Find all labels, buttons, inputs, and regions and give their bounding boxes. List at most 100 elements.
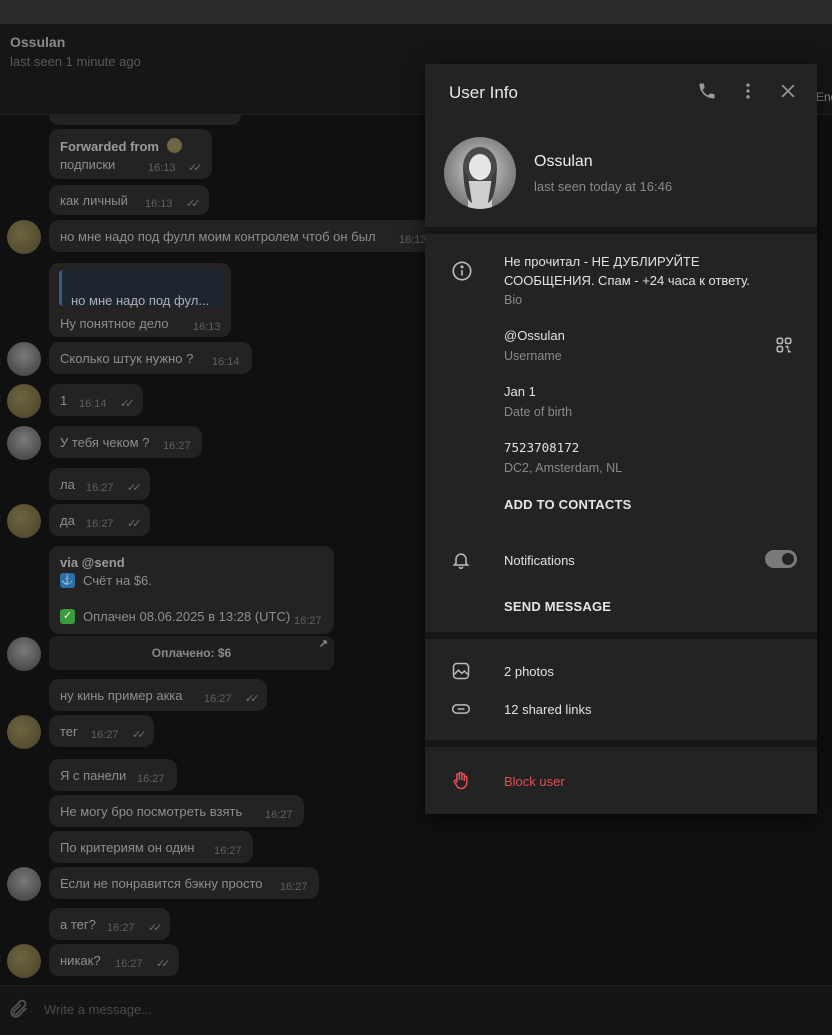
message-bubble[interactable]: ну кинь пример акка 16:27 ✓✓ (49, 679, 267, 711)
dob-label: Date of birth (504, 405, 573, 419)
shared-photos-link[interactable]: 2 photos (504, 664, 554, 679)
invoice-button-label: Оплачено: $6 (151, 646, 232, 660)
avatar[interactable] (7, 867, 41, 901)
message-text: У тебя чеком ? (60, 435, 150, 450)
invoice-line: Счёт на $6. (83, 573, 152, 588)
message-time: 16:13 (148, 162, 176, 174)
read-ticks-icon: ✓✓ (127, 518, 142, 530)
username-label: Username (504, 349, 562, 363)
invoice-paid-button[interactable]: Оплачено: $6 ↗ (49, 636, 334, 670)
avatar[interactable] (7, 384, 41, 418)
message-composer[interactable]: Write a message... (0, 985, 832, 1035)
read-ticks-icon: ✓✓ (120, 398, 135, 410)
message-text: Не могу бро посмотреть взять (60, 804, 243, 819)
chat-title: Ossulan (10, 34, 66, 50)
avatar[interactable] (7, 715, 41, 749)
invoice-message[interactable]: via @send ⚓ Счёт на $6. ✓ Оплачен 08.06.… (49, 546, 334, 634)
read-ticks-icon: ✓✓ (148, 922, 163, 934)
avatar[interactable] (7, 220, 41, 254)
message-time: 16:14 (212, 356, 240, 368)
photo-icon (451, 661, 471, 681)
message-bubble[interactable]: Если не понравится бэкну просто 16:27 (49, 867, 319, 899)
more-vertical-icon[interactable] (738, 81, 762, 105)
message-text: Я с панели (60, 768, 127, 783)
message-text: По критериям он один (60, 840, 195, 855)
message-time: 16:27 (91, 729, 119, 741)
attach-icon[interactable] (8, 998, 30, 1025)
message-time: 16:27 (137, 773, 165, 785)
window-top-strip (0, 0, 832, 24)
message-text: Сколько штук нужно ? (60, 351, 194, 366)
message-bubble[interactable]: 16:13 (49, 115, 241, 125)
phone-icon[interactable] (697, 81, 721, 105)
message-input[interactable]: Write a message... (44, 1002, 152, 1017)
read-ticks-icon: ✓✓ (132, 729, 147, 741)
user-id-value[interactable]: 7523708172 (504, 440, 579, 455)
message-bubble[interactable]: Сколько штук нужно ? 16:14 (49, 342, 252, 374)
hand-stop-icon (451, 771, 471, 791)
message-time: 16:13 (399, 234, 427, 246)
bio-text: Не прочитал - НЕ ДУБЛИРУЙТЕ СООБЩЕНИЯ. С… (504, 254, 750, 288)
message-text: ну кинь пример акка (60, 688, 183, 703)
avatar[interactable] (7, 944, 41, 978)
message-bubble[interactable]: а тег? 16:27 ✓✓ (49, 908, 170, 940)
message-time: 16:27 (294, 615, 322, 627)
chat-status: last seen 1 minute ago (10, 54, 141, 69)
message-time: 16:13 (145, 198, 173, 210)
message-time: 16:27 (280, 881, 308, 893)
read-ticks-icon: ✓✓ (186, 198, 201, 210)
profile-avatar[interactable] (444, 137, 516, 209)
add-to-contacts-button[interactable]: ADD TO CONTACTS (504, 497, 631, 512)
message-bubble[interactable]: да 16:27 ✓✓ (49, 504, 150, 536)
profile-status: last seen today at 16:46 (534, 179, 673, 194)
message-text: ла (60, 477, 75, 492)
link-icon (451, 699, 471, 719)
avatar[interactable] (7, 426, 41, 460)
section-divider (425, 227, 817, 234)
bell-icon (451, 550, 471, 570)
message-time: 16:27 (107, 922, 135, 934)
message-bubble[interactable]: Не могу бро посмотреть взять 16:27 (49, 795, 304, 827)
message-text: подписки (60, 157, 116, 172)
avatar[interactable] (7, 504, 41, 538)
message-text: да (60, 513, 75, 528)
message-bubble[interactable]: У тебя чеком ? 16:27 (49, 426, 202, 458)
message-bubble[interactable]: По критериям он один 16:27 (49, 831, 253, 863)
qr-code-icon[interactable] (775, 336, 793, 359)
message-bubble[interactable]: Я с панели 16:27 (49, 759, 177, 791)
message-text: как личный (60, 193, 128, 208)
close-icon[interactable] (778, 81, 802, 105)
shared-links-link[interactable]: 12 shared links (504, 702, 591, 717)
message-bubble[interactable]: но мне надо под фулл моим контролем чтоб… (49, 220, 449, 252)
message-bubble[interactable]: но мне надо под фул... Ну понятное дело … (49, 263, 231, 337)
message-text: Ну понятное дело (60, 316, 169, 331)
send-message-button[interactable]: SEND MESSAGE (504, 599, 611, 614)
read-ticks-icon: ✓✓ (188, 162, 203, 174)
user-info-panel: User Info Ossulan last seen today at 16:… (425, 64, 817, 814)
check-mark-icon: ✓ (60, 609, 75, 624)
external-arrow-icon: ↗ (318, 638, 328, 650)
section-divider (425, 632, 817, 639)
message-text: 1 (60, 393, 68, 408)
notifications-toggle[interactable] (765, 550, 797, 568)
channel-avatar-icon (167, 138, 182, 153)
message-bubble[interactable]: Forwarded from подписки 16:13 ✓✓ (49, 129, 212, 179)
avatar[interactable] (7, 637, 41, 671)
message-time: 16:27 (86, 518, 114, 530)
panel-title: User Info (449, 83, 518, 102)
datacenter-label: DC2, Amsterdam, NL (504, 461, 623, 475)
message-time: 16:13 (193, 321, 221, 333)
dob-value: Jan 1 (504, 384, 536, 399)
message-bubble[interactable]: ла 16:27 ✓✓ (49, 468, 150, 500)
message-bubble[interactable]: как личный 16:13 ✓✓ (49, 185, 209, 215)
message-time: 16:27 (86, 482, 114, 494)
avatar[interactable] (7, 342, 41, 376)
message-bubble[interactable]: тег 16:27 ✓✓ (49, 715, 154, 747)
bio-label: Bio (504, 293, 523, 307)
username-value[interactable]: @Ossulan (504, 328, 565, 343)
message-bubble[interactable]: никак? 16:27 ✓✓ (49, 944, 179, 976)
message-bubble[interactable]: 1 16:14 ✓✓ (49, 384, 143, 416)
block-user-button[interactable]: Block user (504, 774, 565, 789)
message-time: 16:14 (79, 398, 107, 410)
info-icon (451, 260, 472, 281)
